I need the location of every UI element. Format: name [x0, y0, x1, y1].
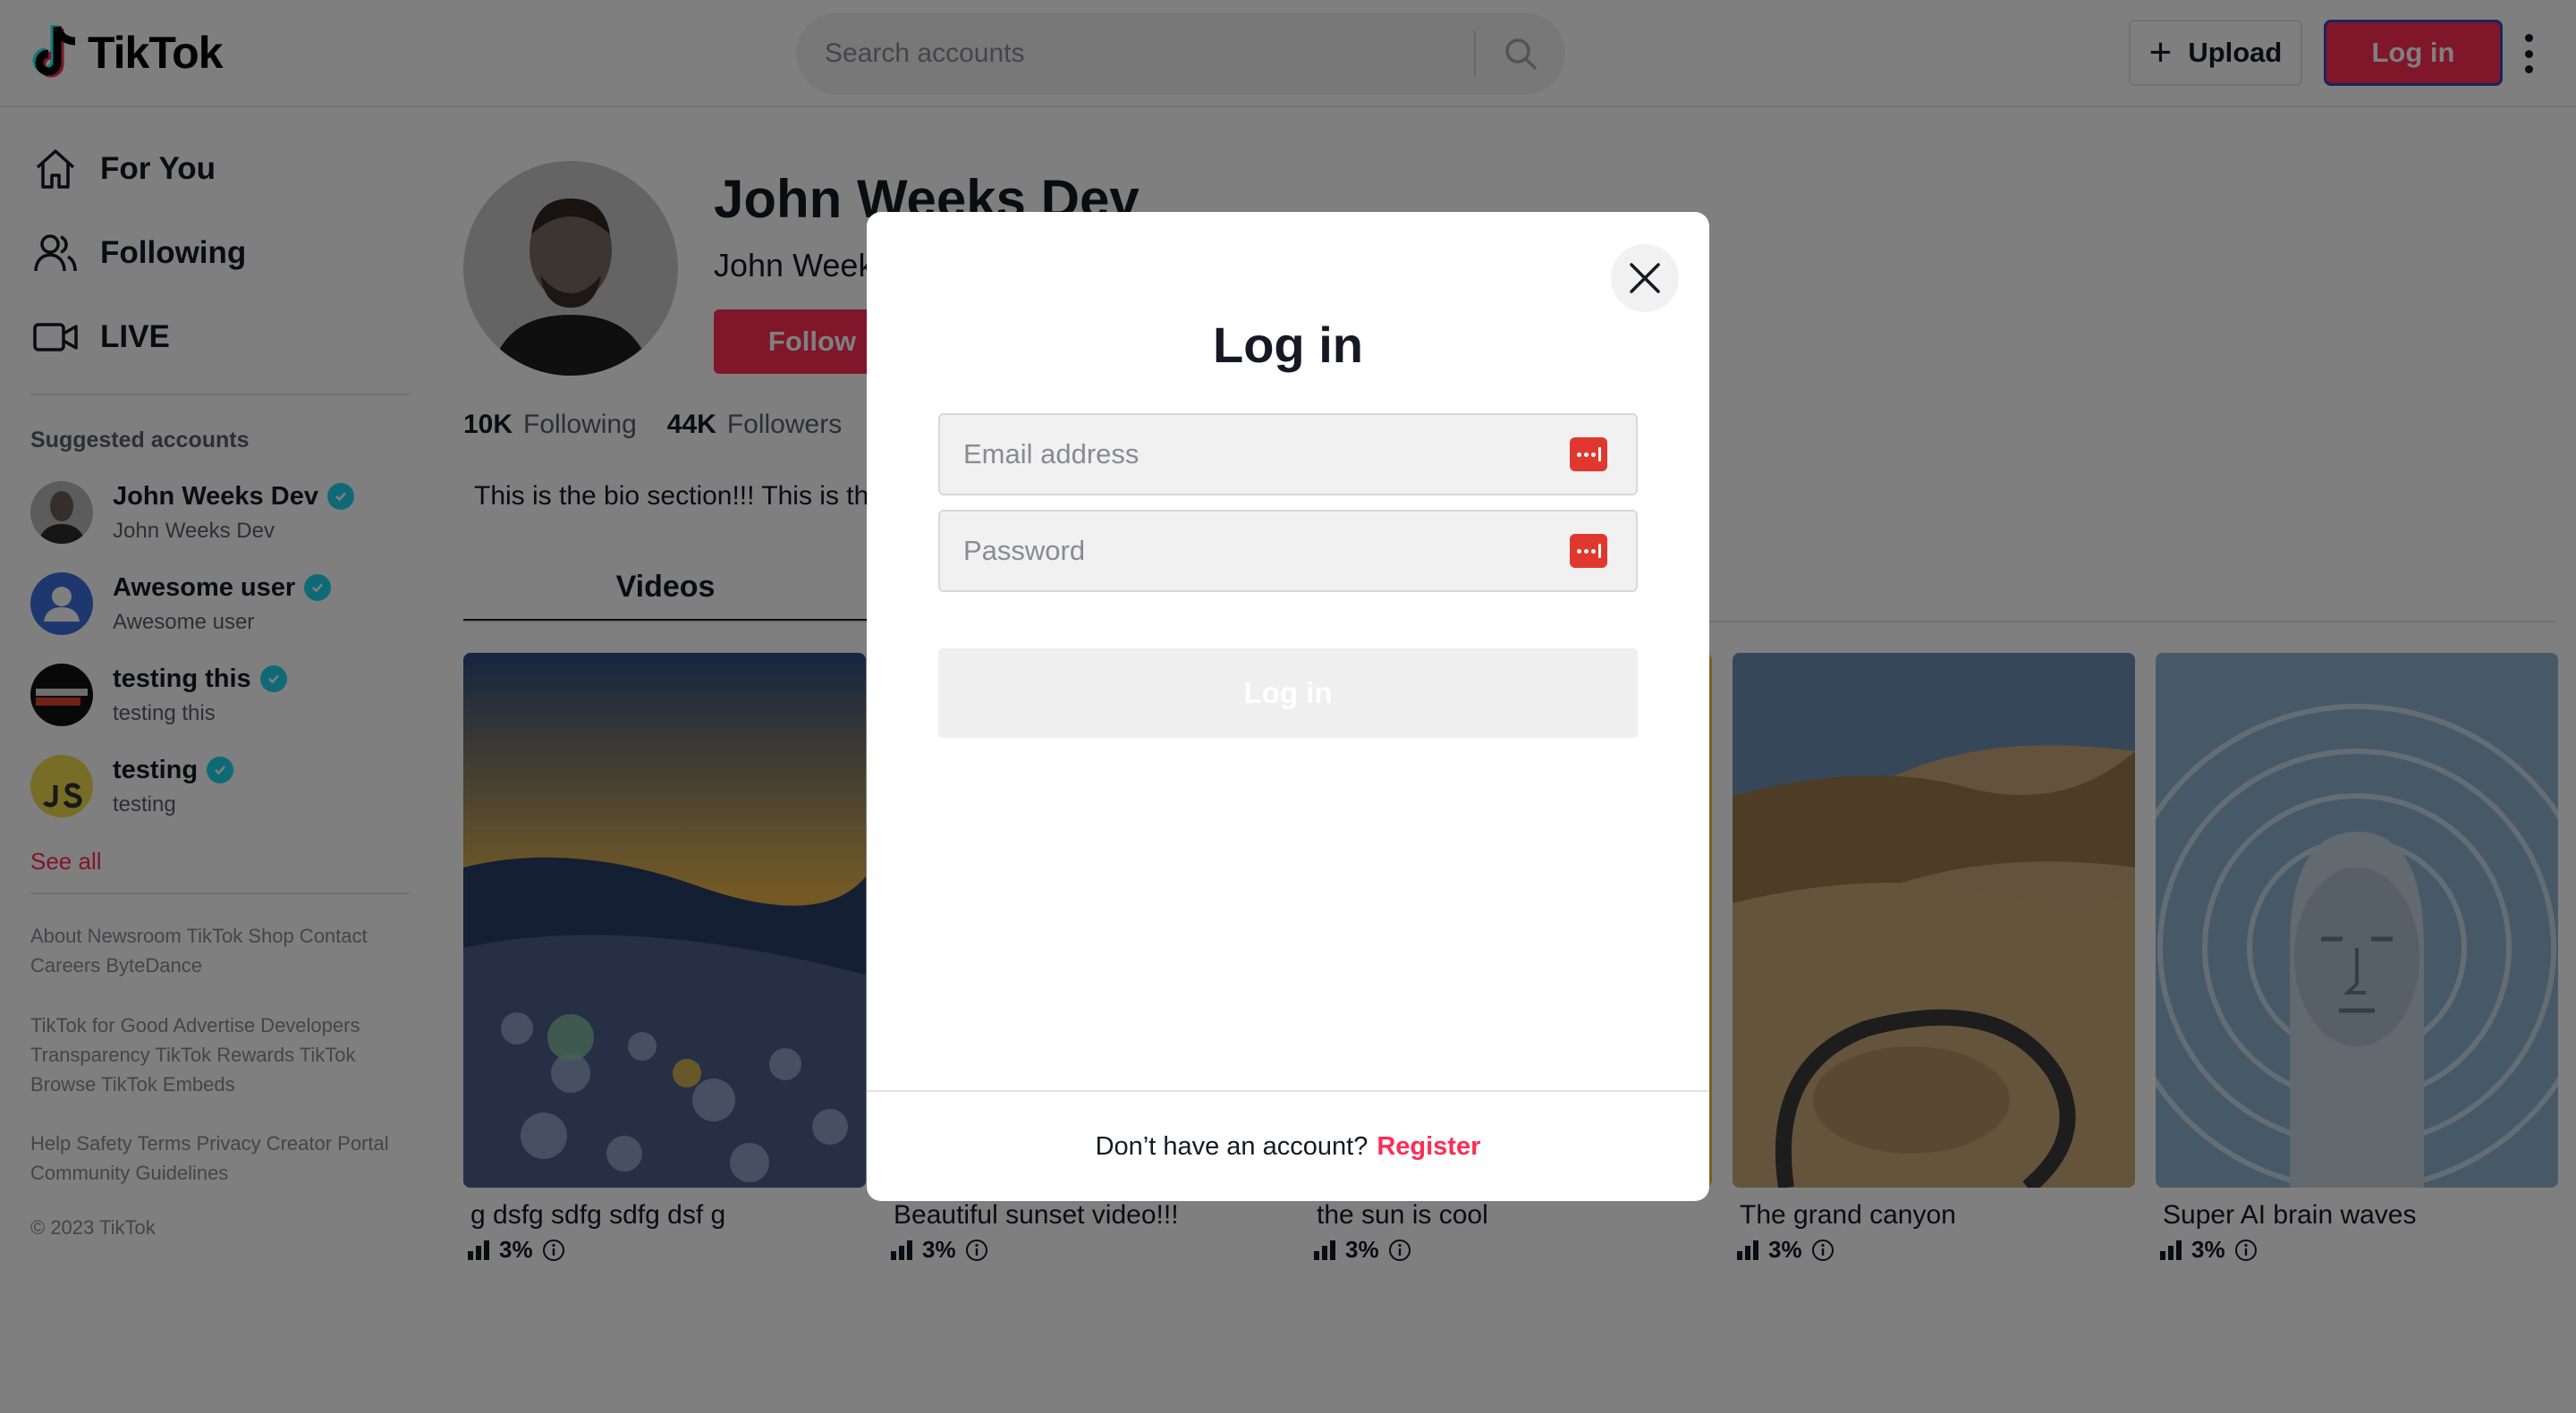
register-link[interactable]: Register [1377, 1132, 1480, 1162]
register-prompt: Don’t have an account? [1095, 1131, 1368, 1161]
close-button[interactable] [1611, 244, 1679, 312]
password-field [938, 510, 1638, 592]
modal-footer: Don’t have an account? Register [867, 1090, 1709, 1201]
password-manager-icon[interactable] [1570, 534, 1607, 568]
close-icon [1630, 263, 1660, 293]
login-submit-button[interactable]: Log in [938, 648, 1638, 738]
modal-title: Log in [1213, 317, 1363, 373]
email-field [938, 413, 1638, 495]
password-manager-icon[interactable] [1570, 437, 1607, 471]
login-modal: Log in Log in Don’t have an account? Reg… [867, 212, 1709, 1201]
email-input[interactable] [940, 415, 1570, 494]
password-input[interactable] [940, 512, 1570, 590]
